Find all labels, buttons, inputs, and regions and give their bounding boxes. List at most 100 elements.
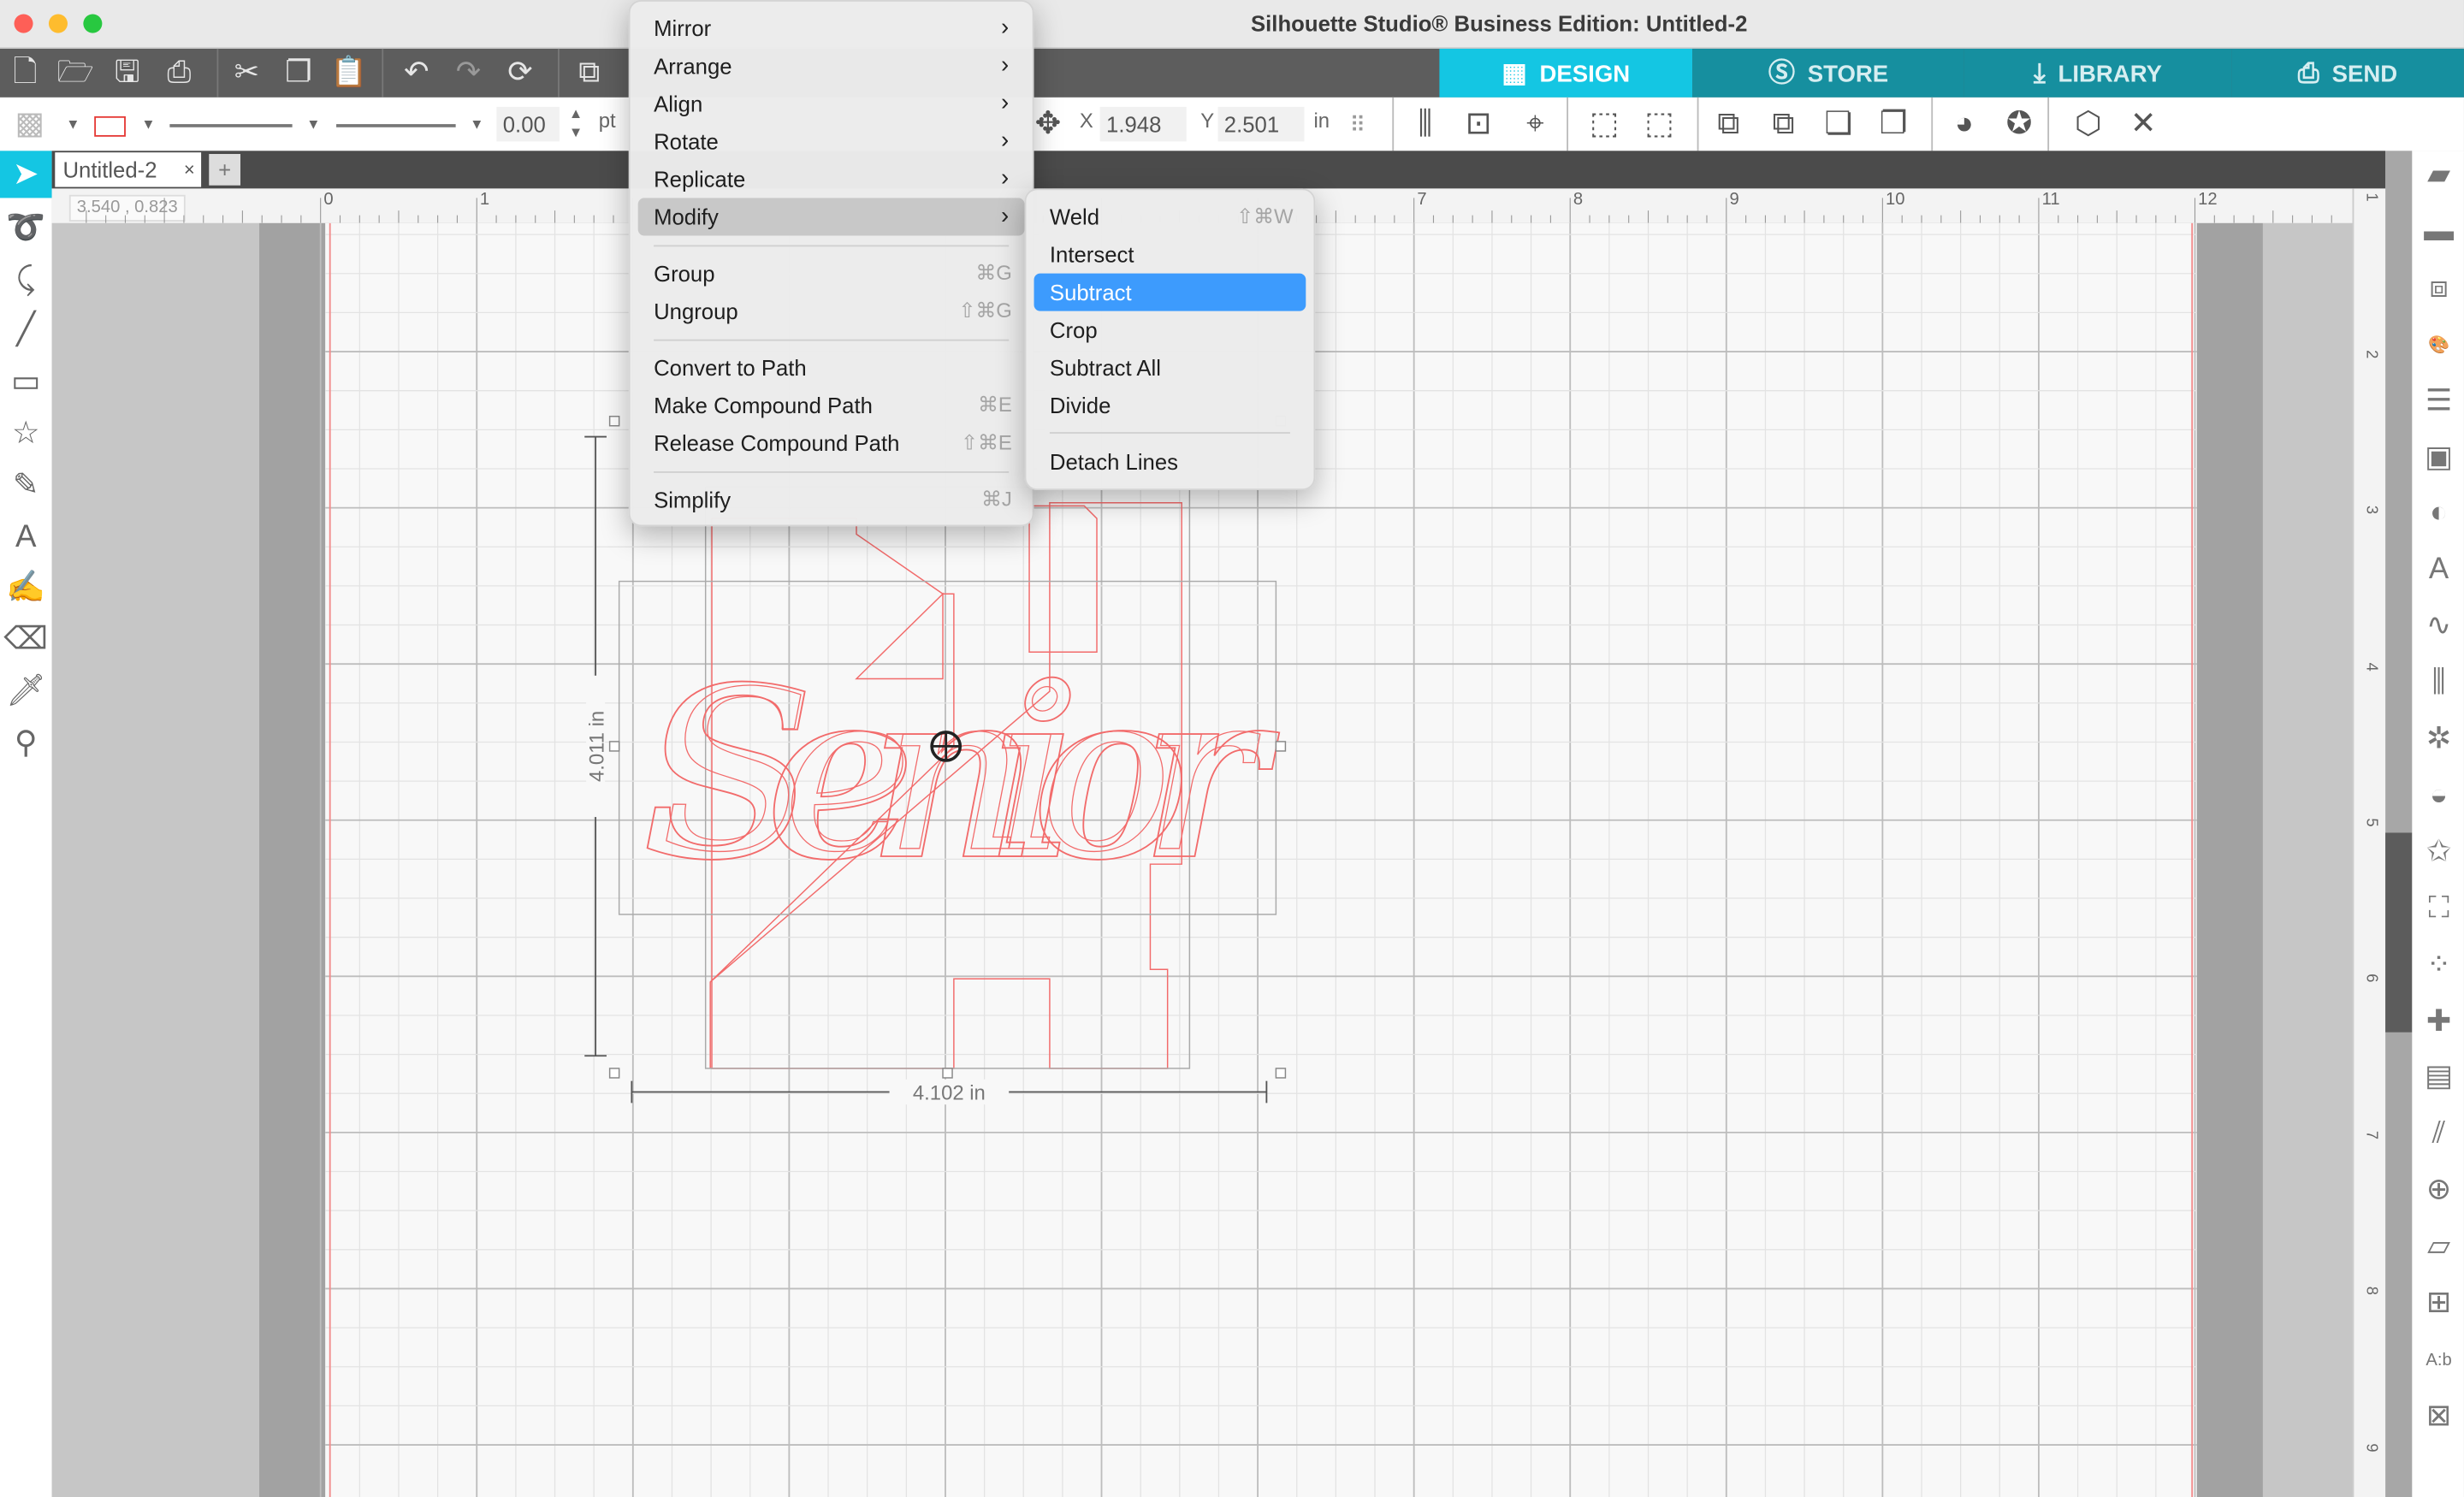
new-document-icon[interactable]: 🗋 <box>6 55 44 92</box>
line-color-swatch[interactable] <box>94 115 126 137</box>
copy-icon[interactable]: ❐ <box>280 55 317 92</box>
redraw-icon[interactable]: ⟳ <box>501 55 539 92</box>
pixscan-icon[interactable]: ⧈ <box>2417 267 2461 311</box>
y-position-input[interactable]: 2.501 <box>1217 106 1305 142</box>
submenu-item-intersect[interactable]: Intersect <box>1034 236 1306 274</box>
eraser-icon[interactable]: ⌫ <box>0 616 52 663</box>
fill-pattern-icon[interactable]: ▩ <box>9 104 50 145</box>
submenu-item-subtract[interactable]: Subtract <box>1034 273 1306 311</box>
3d-box-icon[interactable]: ⬡ <box>2068 104 2109 145</box>
text-icon[interactable]: A <box>0 513 52 560</box>
send-panel-icon[interactable]: ▬ <box>2417 210 2461 254</box>
color-palette-icon[interactable]: 🎨 <box>2417 323 2461 367</box>
cut-icon[interactable]: ✂ <box>228 55 265 92</box>
vertical-scrollbar[interactable] <box>2385 151 2413 1497</box>
document-tab-untitled-2[interactable]: Untitled-2 × <box>55 152 202 187</box>
text-edit-icon[interactable]: ✍ <box>0 565 52 612</box>
send-to-back-icon[interactable]: ❐ <box>1873 104 1914 145</box>
rectangle-icon[interactable]: ▭ <box>0 358 52 405</box>
fill-dropdown-arrow[interactable]: ▼ <box>66 116 80 132</box>
group-select-icon[interactable]: ⧉ <box>571 55 608 92</box>
tab-design[interactable]: ▦ DESIGN <box>1439 48 1693 98</box>
star-offset-icon[interactable]: ✪ <box>1999 104 2040 145</box>
curve-icon[interactable]: ⤹ <box>0 256 52 303</box>
menu-item-group[interactable]: Group ⌘G <box>638 255 1025 293</box>
align-icon[interactable]: ⫼ <box>1405 104 1446 145</box>
shadow-icon[interactable]: ◐ <box>2417 493 2461 536</box>
menu-item-modify[interactable]: Modify › <box>637 198 1025 236</box>
line-color-dropdown-arrow[interactable]: ▼ <box>141 116 155 132</box>
line-style-icon[interactable]: ☰ <box>2417 380 2461 423</box>
crosshair-center-icon[interactable]: ⌖ <box>1515 104 1556 145</box>
select-arrow-icon[interactable]: ➤ <box>0 151 52 198</box>
menu-item-convert-to-path[interactable]: Convert to Path <box>638 349 1025 387</box>
3d-globe-icon[interactable]: ⊕ <box>2417 1169 2461 1213</box>
menu-item-align[interactable]: Align › <box>638 85 1025 122</box>
tab-store[interactable]: Ⓢ STORE <box>1692 48 1964 98</box>
group-icon[interactable]: ⬚ <box>1584 104 1625 145</box>
page-setup-icon[interactable]: ▰ <box>2417 154 2461 198</box>
nesting-icon[interactable]: ⊠ <box>2417 1395 2461 1439</box>
ungroup-icon[interactable]: ⬚ <box>1639 104 1680 145</box>
bring-to-front-icon[interactable]: ❏ <box>1818 104 1859 145</box>
selection-handle[interactable] <box>608 741 620 752</box>
menu-item-arrange[interactable]: Arrange › <box>638 47 1025 85</box>
menu-item-simplify[interactable]: Simplify ⌘J <box>638 481 1025 518</box>
sketch-icon[interactable]: ∿ <box>2417 605 2461 648</box>
undo-icon[interactable]: ↶ <box>398 55 435 92</box>
redo-icon[interactable]: ↷ <box>449 55 487 92</box>
submenu-item-divide[interactable]: Divide <box>1034 387 1306 424</box>
selection-handle[interactable] <box>1275 741 1287 752</box>
rhinestone-icon[interactable]: ⁘ <box>2417 944 2461 987</box>
line-icon[interactable]: ╱ <box>0 307 52 354</box>
selection-handle[interactable] <box>942 1068 953 1079</box>
line-cap-selector[interactable] <box>336 124 456 127</box>
x-position-input[interactable]: 1.948 <box>1099 106 1187 142</box>
fill-pattern-icon[interactable]: ▣ <box>2417 436 2461 480</box>
library-icon[interactable]: ▤ <box>2417 1056 2461 1100</box>
line-cap-dropdown-arrow[interactable]: ▼ <box>470 116 483 132</box>
scrollbar-thumb[interactable] <box>2385 832 2413 1033</box>
paste-icon[interactable]: 📋 <box>330 55 368 92</box>
selection-handle[interactable] <box>608 415 620 427</box>
menu-item-mirror[interactable]: Mirror › <box>638 9 1025 47</box>
line-width-stepper[interactable]: ▲ ▼ <box>569 104 583 141</box>
submenu-item-weld[interactable]: Weld ⇧⌘W <box>1034 198 1306 235</box>
selection-handle[interactable] <box>608 1068 620 1079</box>
tab-send[interactable]: ⎙ SEND <box>2231 48 2464 98</box>
warp-icon[interactable]: ⊞ <box>2417 1282 2461 1326</box>
submenu-item-detach-lines[interactable]: Detach Lines <box>1034 443 1306 481</box>
bring-forward-icon[interactable]: ⧉ <box>1708 104 1749 145</box>
submenu-item-crop[interactable]: Crop <box>1034 311 1306 349</box>
menu-item-replicate[interactable]: Replicate › <box>638 160 1025 198</box>
text-style-icon[interactable]: A <box>2417 549 2461 593</box>
reference-point-grid-icon[interactable]: ⠿ <box>1337 104 1378 145</box>
text-to-path-icon[interactable]: A:b <box>2417 1339 2461 1382</box>
menu-item-ungroup[interactable]: Ungroup ⇧⌘G <box>638 293 1025 330</box>
menu-item-make-compound-path[interactable]: Make Compound Path ⌘E <box>638 387 1025 424</box>
line-width-input[interactable]: 0.00 <box>496 106 560 142</box>
submenu-item-subtract-all[interactable]: Subtract All <box>1034 349 1306 387</box>
close-tab-button[interactable]: × <box>184 152 195 186</box>
send-backward-icon[interactable]: ⧉ <box>1763 104 1804 145</box>
center-page-icon[interactable]: ⊡ <box>1458 104 1499 145</box>
tab-library[interactable]: ⤓ LIBRARY <box>1964 48 2232 98</box>
modify-icon[interactable]: ◒ <box>2417 774 2461 818</box>
selection-handle[interactable] <box>1275 1068 1287 1079</box>
point-edit-icon[interactable]: ➰ <box>0 204 52 251</box>
trace-icon[interactable]: ⛶ <box>2417 887 2461 931</box>
puzzle-icon[interactable]: ✚ <box>2417 1000 2461 1044</box>
eyedropper-icon[interactable]: ⚲ <box>0 719 52 766</box>
replicate-icon[interactable]: ✲ <box>2417 718 2461 761</box>
align-panel-icon[interactable]: ⫼ <box>2417 661 2461 705</box>
line-style-selector[interactable] <box>169 124 293 127</box>
print-icon[interactable]: ⎙ <box>160 55 198 92</box>
star-shape-icon[interactable]: ☆ <box>0 410 52 457</box>
knife-icon[interactable]: 🗡 <box>0 668 52 715</box>
transform-icon[interactable]: ▱ <box>2417 1226 2461 1269</box>
hatch-icon[interactable]: ⫽ <box>2417 1113 2461 1157</box>
shape-fill-icon[interactable]: ◕ <box>1944 104 1985 145</box>
pencil-icon[interactable]: ✎ <box>0 462 52 509</box>
menu-item-release-compound-path[interactable]: Release Compound Path ⇧⌘E <box>638 424 1025 462</box>
delete-icon[interactable]: ✕ <box>2123 104 2164 145</box>
